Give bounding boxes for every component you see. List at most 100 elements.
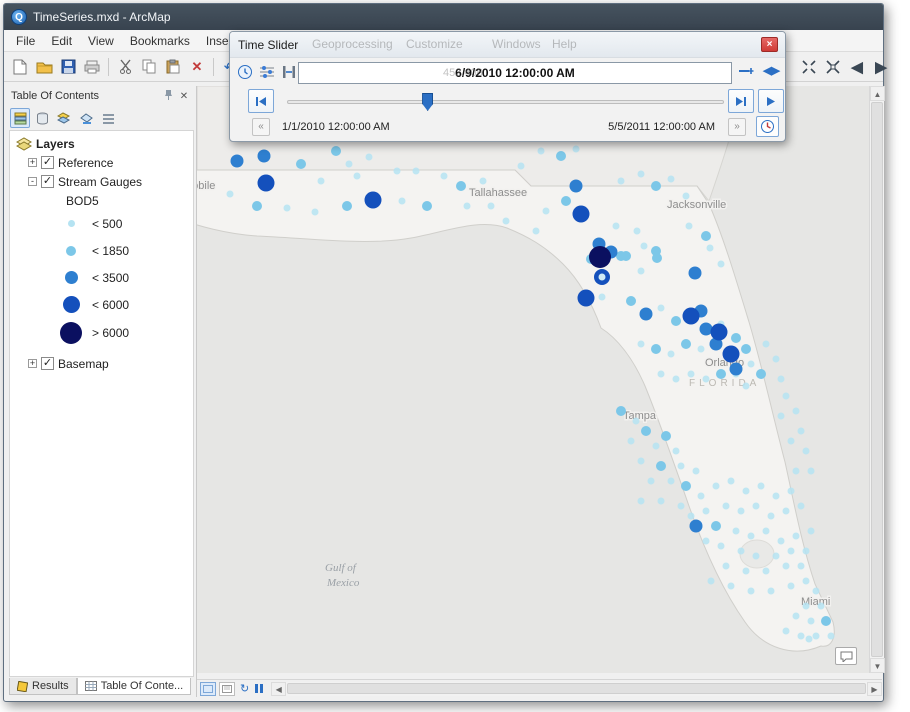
pause-drawing-icon[interactable] [255,684,263,693]
fixed-zoom-in-icon[interactable] [798,56,820,78]
time-extent-icon[interactable] [278,61,300,83]
map-vertical-scrollbar[interactable]: ▲ ▼ [869,86,884,673]
layout-view-button[interactable] [219,682,235,696]
pin-icon[interactable] [160,89,176,104]
data-view-button[interactable] [200,682,216,696]
tree-item-basemap[interactable]: + ✓ Basemap [10,354,193,373]
stream-gauges-label[interactable]: Stream Gauges [58,175,142,189]
reference-checkbox[interactable]: ✓ [41,156,54,169]
open-folder-icon[interactable] [33,56,55,78]
scroll-down-icon[interactable]: ▼ [870,658,885,673]
cut-icon[interactable] [114,56,136,78]
window-titlebar[interactable]: Q TimeSeries.mxd - ArcMap [4,4,883,30]
city-label: Mobile [197,180,215,192]
gauge-point [808,528,815,535]
current-time-box[interactable]: 452.406 6/9/2010 12:00:00 AM [298,62,732,84]
map-tip-button[interactable] [835,647,857,665]
scroll-left-icon[interactable]: ◀ [271,682,286,696]
time-slider-dialog[interactable]: Geoprocessing Customize Windows Help Tim… [229,31,786,142]
vertical-scroll-thumb[interactable] [871,102,883,657]
tab-table-of-contents[interactable]: Table Of Conte... [77,678,192,695]
paste-icon[interactable] [162,56,184,78]
time-slider-handle[interactable] [422,93,433,111]
fixed-zoom-out-icon[interactable] [822,56,844,78]
gauge-point [701,231,711,241]
close-panel-icon[interactable]: ✕ [176,89,192,104]
legend-label: < 500 [92,217,122,231]
gauge-point [641,243,648,250]
copy-icon[interactable] [138,56,160,78]
tree-item-stream-gauges[interactable]: - ✓ Stream Gauges [10,172,193,191]
legend-item: < 1850 [10,237,193,264]
menu-edit[interactable]: Edit [43,31,80,51]
gauge-point [589,246,611,268]
window-title: TimeSeries.mxd - ArcMap [33,10,171,24]
skip-forward-button[interactable]: » [728,118,746,136]
gauge-point [783,393,790,400]
list-by-drawing-order-icon[interactable] [10,108,30,128]
gauge-point [798,428,805,435]
tab-results[interactable]: Results [9,678,77,695]
time-properties-button[interactable] [756,116,779,137]
play-button[interactable] [758,89,784,113]
gauge-point [651,181,661,191]
reference-label[interactable]: Reference [58,156,113,170]
expand-icon[interactable]: + [28,158,37,167]
gauge-point [456,181,466,191]
next-extent-icon[interactable]: ▶ [870,56,892,78]
toolbar-separator [108,58,109,76]
gauge-point [748,588,755,595]
previous-extent-icon[interactable]: ◀ [846,56,868,78]
menu-view[interactable]: View [80,31,122,51]
map-horizontal-scrollbar[interactable]: ◀ ▶ [271,682,882,696]
step-forward-button[interactable] [728,89,754,113]
ghost-fixed-zoom-icon [738,64,756,78]
new-document-icon[interactable] [9,56,31,78]
time-slider-titlebar[interactable]: Geoprocessing Customize Windows Help Tim… [230,32,785,58]
map-canvas[interactable]: MobileTallahasseeJacksonvilleOrlandoTamp… [197,86,869,673]
refresh-icon[interactable]: ↻ [240,682,249,695]
save-icon[interactable] [57,56,79,78]
options-icon[interactable] [256,61,278,83]
close-icon[interactable]: × [761,37,778,52]
legend-label: < 6000 [92,298,129,312]
basemap-label[interactable]: Basemap [58,357,109,371]
list-by-selection-icon[interactable] [76,108,96,128]
scroll-up-icon[interactable]: ▲ [870,86,885,101]
skip-back-button[interactable]: « [252,118,270,136]
time-slider-track[interactable] [287,100,724,104]
scroll-right-icon[interactable]: ▶ [867,682,882,696]
delete-icon[interactable]: ✕ [186,56,208,78]
options-icon[interactable] [98,108,118,128]
go-to-start-button[interactable] [248,89,274,113]
gauge-point [788,583,795,590]
horizontal-scroll-thumb[interactable] [287,683,866,694]
list-by-visibility-icon[interactable] [54,108,74,128]
enable-time-icon[interactable] [234,61,256,83]
menu-file[interactable]: File [8,31,43,51]
gauge-point [793,533,800,540]
basemap-checkbox[interactable]: ✓ [41,357,54,370]
gauge-point [798,633,805,640]
gauge-point [803,548,810,555]
gauge-point [681,339,691,349]
gauge-point [258,150,271,163]
gauge-point [773,493,780,500]
collapse-icon[interactable]: - [28,177,37,186]
gauge-point [354,173,361,180]
expand-icon[interactable]: + [28,359,37,368]
stream-gauges-checkbox[interactable]: ✓ [41,175,54,188]
gauge-point [748,361,755,368]
gauge-point [638,458,645,465]
legend-item: < 500 [10,210,193,237]
tree-item-layers[interactable]: Layers [10,134,193,153]
menu-bookmarks[interactable]: Bookmarks [122,31,198,51]
ghost-menu-windows: Windows [492,37,541,51]
tree-item-reference[interactable]: + ✓ Reference [10,153,193,172]
print-icon[interactable] [81,56,103,78]
screen: Q TimeSeries.mxd - ArcMap File Edit View… [0,0,910,712]
gauge-point [690,520,703,533]
gauge-point [773,356,780,363]
list-by-source-icon[interactable] [32,108,52,128]
gauge-point [578,290,595,307]
